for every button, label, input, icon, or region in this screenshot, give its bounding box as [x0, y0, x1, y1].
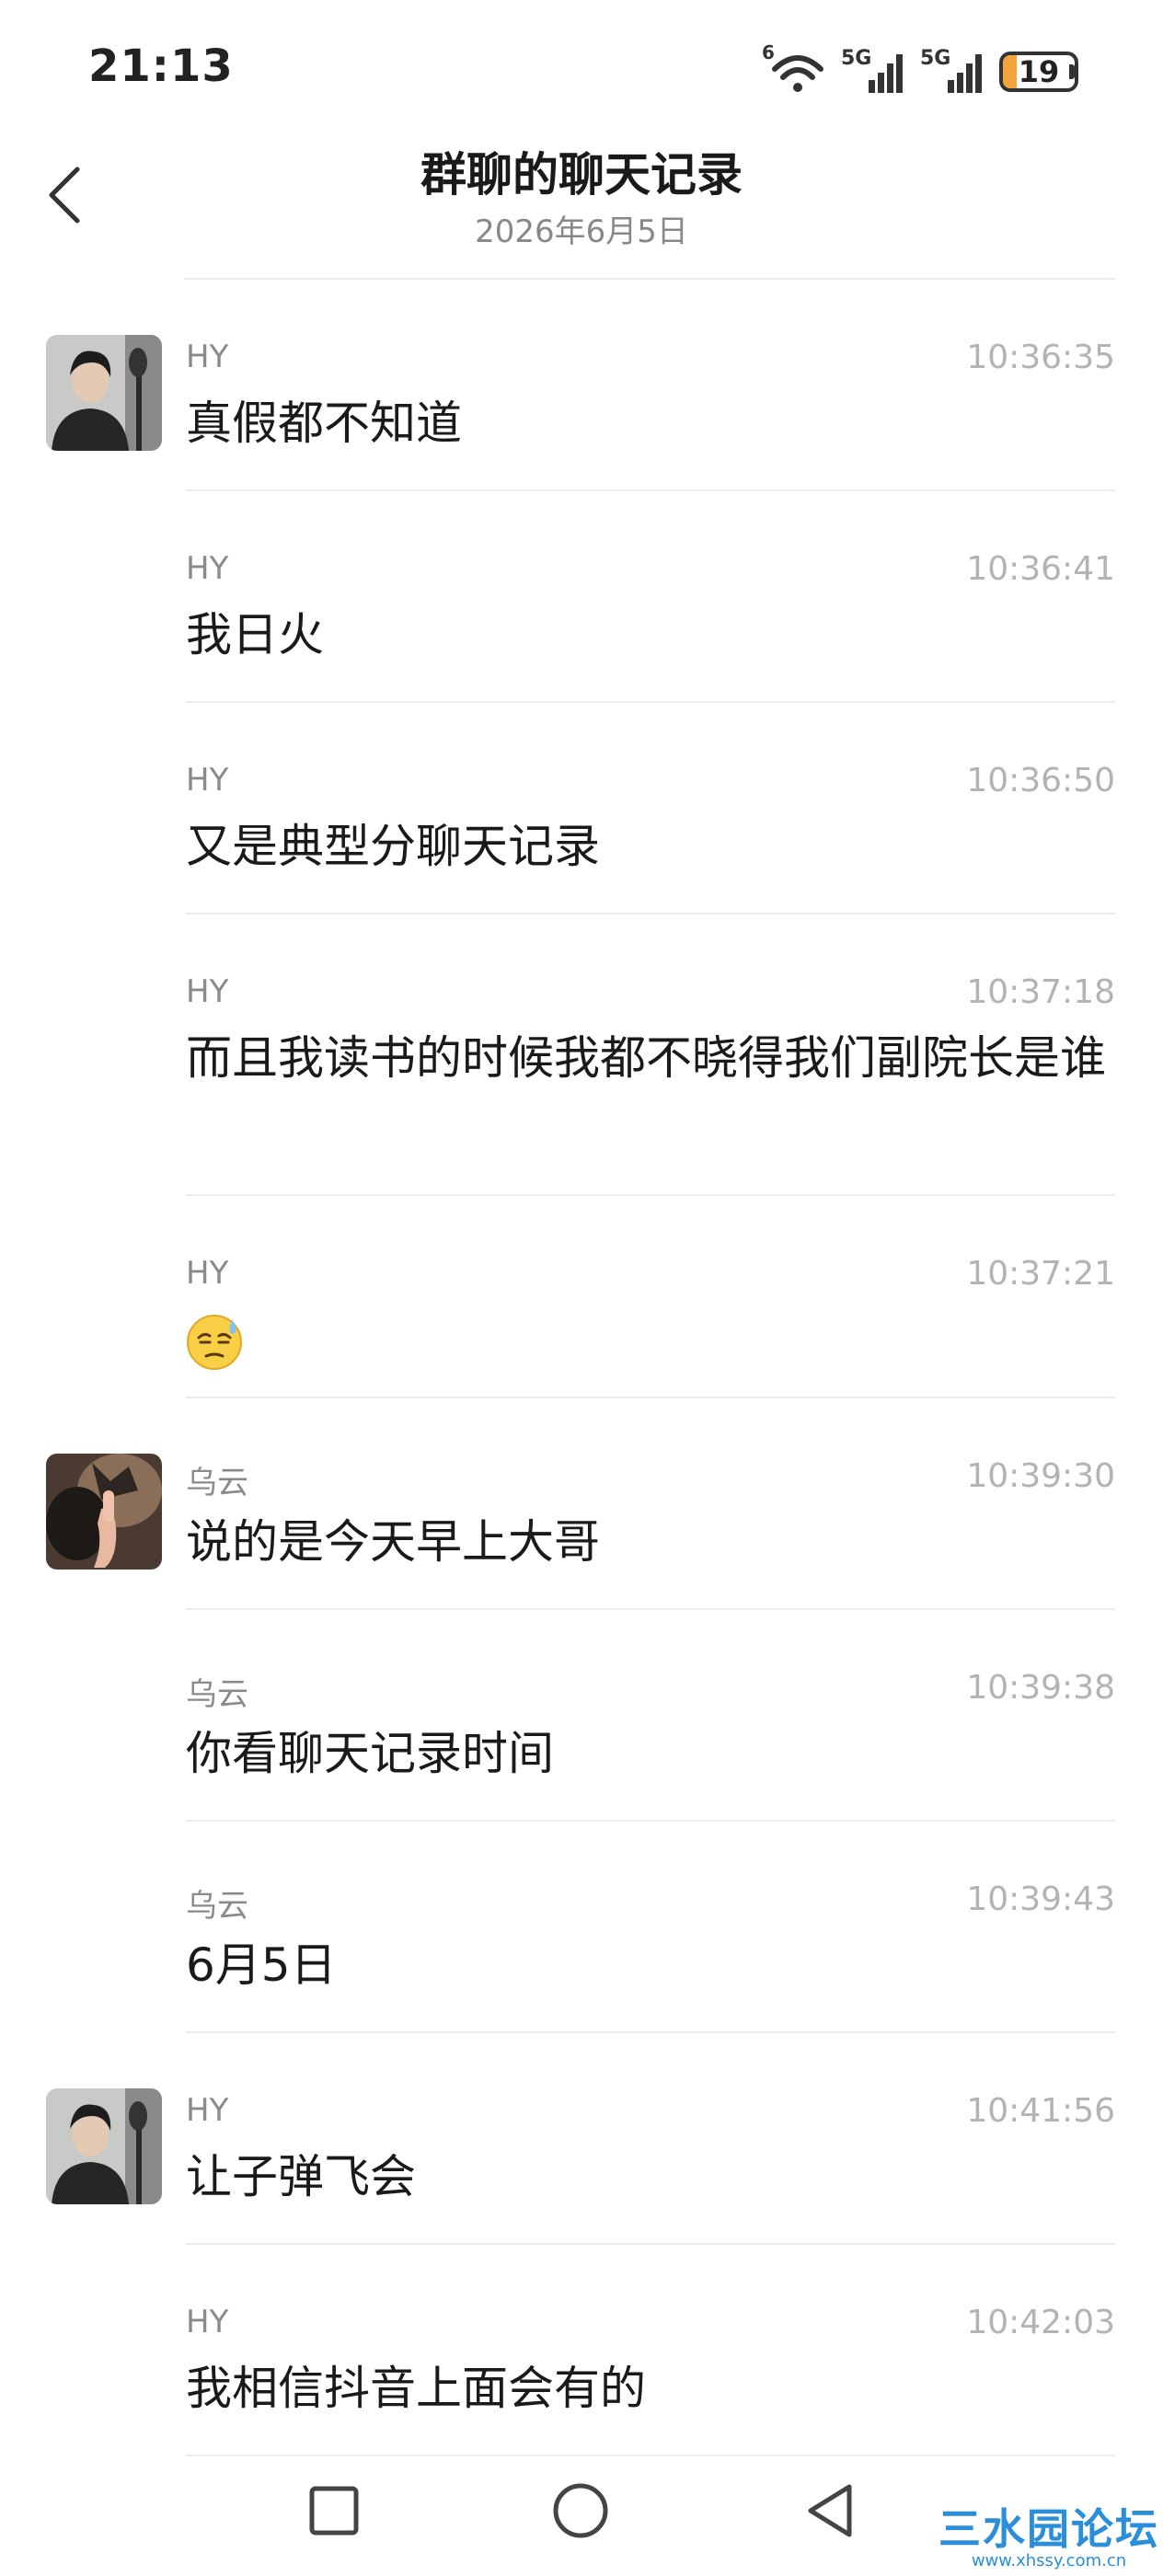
home-circle-icon: [551, 2481, 610, 2544]
avatar[interactable]: [46, 335, 162, 451]
message-sender: HY: [186, 762, 229, 799]
avatar[interactable]: [46, 1454, 162, 1570]
message-time: 10:39:38: [966, 1669, 1115, 1707]
message-text: 让子弹飞会: [186, 2150, 416, 2203]
status-bar: 21:13 6 5G 5G 19: [0, 0, 1163, 138]
page-title: 群聊的聊天记录: [420, 148, 743, 201]
wifi-badge: 6: [762, 41, 775, 63]
battery-level: 19: [1018, 54, 1060, 89]
nav-back-button[interactable]: [799, 2480, 863, 2545]
message-sender: HY: [186, 2092, 229, 2129]
wifi-icon: 6: [762, 41, 828, 95]
message-text: 又是典型分聊天记录: [186, 820, 600, 873]
message-item[interactable]: 乌云 10:39:43 6月5日: [0, 1822, 1163, 2033]
status-icons: 6 5G 5G 19: [762, 41, 1078, 98]
message-item[interactable]: HY 10:36:35 真假都不知道: [0, 280, 1163, 491]
battery-icon: 19: [999, 52, 1078, 92]
header: 群聊的聊天记录 2026年6月5日: [0, 138, 1163, 280]
message-sender: 乌云: [186, 1465, 248, 1501]
message-text: 6月5日: [186, 1938, 337, 1992]
message-time: 10:39:30: [966, 1457, 1115, 1495]
signal-5g-sim1-icon: 5G: [841, 47, 907, 95]
recents-button[interactable]: [302, 2480, 366, 2545]
nav-bar: 三水园论坛 www.xhssy.com.cn: [0, 2447, 1163, 2576]
home-button[interactable]: [548, 2480, 613, 2545]
message-sender: HY: [186, 973, 229, 1010]
message-list: HY 10:36:35 真假都不知道 HY 10:36:41 我日火 HY 10…: [0, 280, 1163, 2456]
message-text: 真假都不知道: [186, 397, 462, 450]
message-item[interactable]: 乌云 10:39:30 说的是今天早上大哥: [0, 1398, 1163, 1610]
message-text: 我相信抖音上面会有的: [186, 2362, 646, 2415]
message-time: 10:42:03: [966, 2304, 1115, 2341]
message-item[interactable]: HY 10:41:56 让子弹飞会: [0, 2033, 1163, 2245]
watermark-brand: 三水园论坛: [938, 2504, 1159, 2554]
message-time: 10:36:50: [966, 762, 1115, 799]
message-item[interactable]: HY 10:37:18 而且我读书的时候我都不晓得我们副院长是谁: [0, 914, 1163, 1196]
sweat-face-emoji: [186, 1314, 243, 1371]
message-time: 10:37:18: [966, 973, 1115, 1011]
message-item[interactable]: HY 10:36:41 我日火: [0, 491, 1163, 703]
message-item[interactable]: 乌云 10:39:38 你看聊天记录时间: [0, 1610, 1163, 1822]
message-sender: HY: [186, 2304, 229, 2340]
message-sender: HY: [186, 550, 229, 587]
message-text: 而且我读书的时候我都不晓得我们副院长是谁: [186, 1031, 1106, 1085]
message-text: 我日火: [186, 608, 324, 661]
status-time: 21:13: [88, 40, 234, 92]
page-subtitle: 2026年6月5日: [475, 213, 688, 250]
message-sender: HY: [186, 1255, 229, 1292]
message-time: 10:41:56: [966, 2092, 1115, 2130]
signal-5g-sim2-icon: 5G: [920, 47, 986, 95]
message-text: 说的是今天早上大哥: [186, 1515, 600, 1569]
message-time: 10:36:41: [966, 550, 1115, 588]
recents-square-icon: [308, 2485, 360, 2540]
watermark: 三水园论坛 www.xhssy.com.cn: [938, 2506, 1159, 2570]
message-time: 10:36:35: [966, 339, 1115, 376]
message-item[interactable]: HY 10:42:03 我相信抖音上面会有的: [0, 2245, 1163, 2456]
avatar[interactable]: [46, 2088, 162, 2204]
message-sender: HY: [186, 339, 229, 375]
message-time: 10:39:43: [966, 1880, 1115, 1918]
message-text: 你看聊天记录时间: [186, 1727, 554, 1780]
message-item[interactable]: HY 10:36:50 又是典型分聊天记录: [0, 703, 1163, 914]
back-triangle-icon: [803, 2481, 858, 2544]
watermark-url: www.xhssy.com.cn: [971, 2551, 1127, 2570]
message-item[interactable]: HY 10:37:21: [0, 1196, 1163, 1398]
message-sender: 乌云: [186, 1888, 248, 1925]
message-sender: 乌云: [186, 1676, 248, 1713]
message-time: 10:37:21: [966, 1255, 1115, 1293]
